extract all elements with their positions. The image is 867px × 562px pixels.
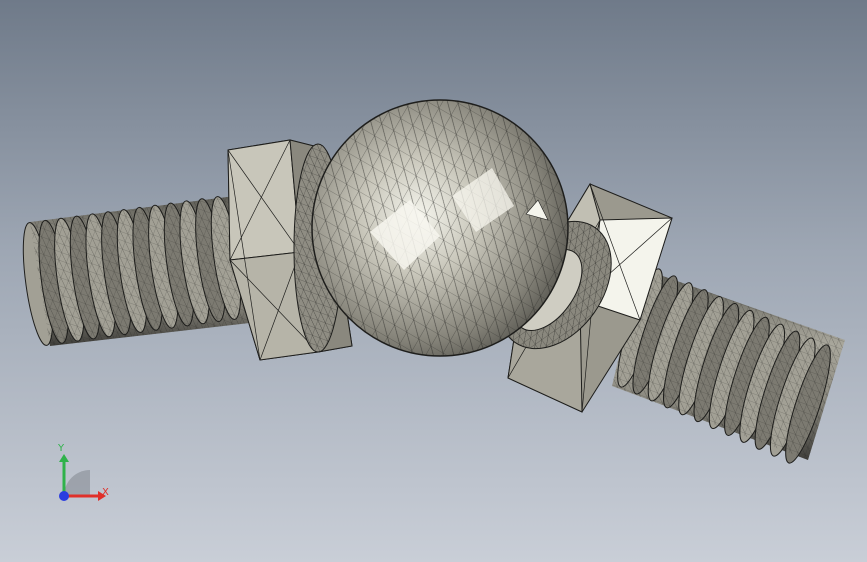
- threaded-stud-left[interactable]: [17, 195, 258, 347]
- triad-graphic: [59, 454, 106, 501]
- model-scene[interactable]: [0, 0, 867, 562]
- 3d-viewport[interactable]: X Y: [0, 0, 867, 562]
- ball-sphere[interactable]: [311, 99, 569, 357]
- axis-triad[interactable]: X Y: [44, 438, 124, 518]
- axis-y-label: Y: [58, 443, 65, 454]
- axis-x-label: X: [102, 487, 109, 498]
